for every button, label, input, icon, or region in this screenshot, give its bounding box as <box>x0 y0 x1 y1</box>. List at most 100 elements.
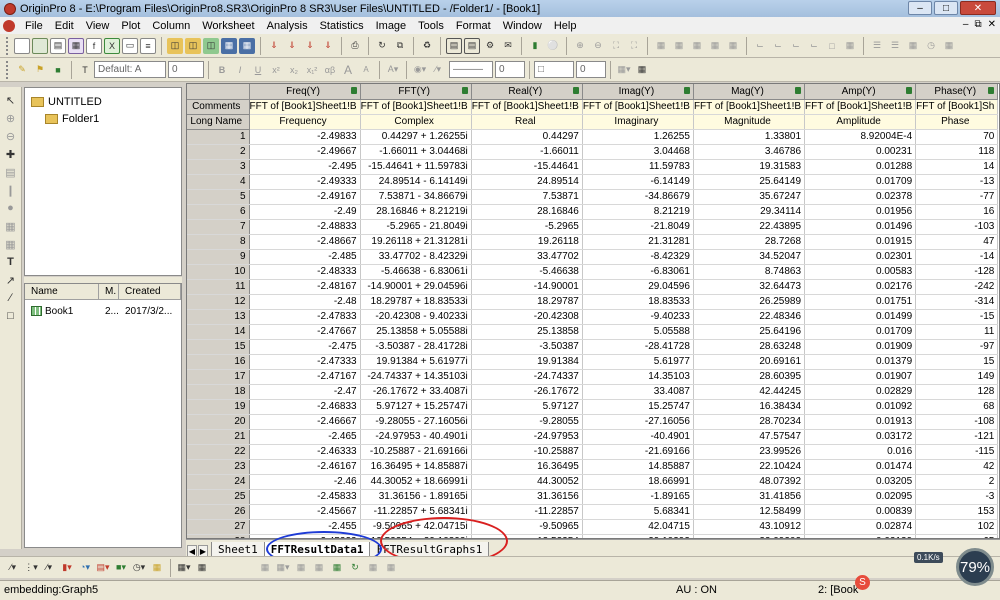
data-cell[interactable]: -20.42308 - 9.40233i <box>360 309 472 325</box>
data-cell[interactable]: 14.85887 <box>582 459 694 475</box>
template-icon[interactable]: ▦▾ <box>176 560 192 576</box>
font-color-icon[interactable]: A▾ <box>385 62 401 78</box>
font-select[interactable]: Default: A <box>94 61 166 78</box>
data-cell[interactable]: 0.01499 <box>804 309 917 325</box>
data-cell[interactable]: -97 <box>915 339 999 355</box>
data-cell[interactable]: 102 <box>915 519 999 535</box>
fill-area-icon[interactable]: ▦ <box>293 560 309 576</box>
color-map-icon[interactable]: ▦ <box>257 560 273 576</box>
long-name-cell[interactable]: Frequency <box>249 114 361 130</box>
row-number[interactable]: 21 <box>187 429 250 445</box>
align-icon[interactable]: ☰ <box>869 38 885 54</box>
menu-analysis[interactable]: Analysis <box>261 20 314 32</box>
data-cell[interactable]: 28.70234 <box>693 414 806 430</box>
data-cell[interactable]: 5.05588 <box>582 324 694 340</box>
menu-column[interactable]: Column <box>146 20 196 32</box>
data-cell[interactable]: -21.69166 <box>582 444 694 460</box>
data-cell[interactable]: 32.64473 <box>693 279 806 295</box>
data-cell[interactable]: 153 <box>915 504 999 520</box>
data-cell[interactable]: 5.97127 + 15.25747i <box>360 399 472 415</box>
rescale-icon[interactable]: ⛶ <box>626 38 642 54</box>
data-cell[interactable]: 28.16846 <box>471 204 583 220</box>
data-cell[interactable]: 22.48346 <box>693 309 806 325</box>
comments-row-label[interactable]: Comments <box>187 99 250 115</box>
data-cell[interactable]: 0.00583 <box>804 264 917 280</box>
data-cell[interactable]: -121 <box>915 429 999 445</box>
data-cell[interactable]: 0.00231 <box>804 144 917 160</box>
data-cell[interactable]: -2.475 <box>249 339 361 355</box>
row-number[interactable]: 9 <box>187 249 250 265</box>
data-cell[interactable]: -13 <box>915 174 999 190</box>
data-cell[interactable]: 0.03172 <box>804 429 917 445</box>
data-cell[interactable]: -14.90001 <box>471 279 583 295</box>
data-cell[interactable]: -5.46638 <box>471 264 583 280</box>
row-number[interactable]: 15 <box>187 339 250 355</box>
data-cell[interactable]: 31.41856 <box>693 489 806 505</box>
data-cell[interactable]: -2.47333 <box>249 354 361 370</box>
data-cell[interactable]: -11.22857 <box>471 504 583 520</box>
menu-statistics[interactable]: Statistics <box>314 20 370 32</box>
row-number[interactable]: 24 <box>187 474 250 490</box>
distribute-icon[interactable]: ☰ <box>887 38 903 54</box>
row-number[interactable]: 23 <box>187 459 250 475</box>
import-single-icon[interactable]: ⇓ <box>266 38 282 54</box>
data-cell[interactable]: 19.26118 <box>471 234 583 250</box>
data-cell[interactable]: 0.01913 <box>804 414 917 430</box>
menu-worksheet[interactable]: Worksheet <box>196 20 260 32</box>
data-cell[interactable]: -28.41728 <box>582 339 694 355</box>
row-number[interactable]: 26 <box>187 504 250 520</box>
col-created-header[interactable]: Created <box>119 284 181 299</box>
stat-plot-icon[interactable]: ▤▾ <box>95 560 111 576</box>
data-cell[interactable]: 0.02301 <box>804 249 917 265</box>
mdi-minimize-button[interactable]: – <box>963 19 969 30</box>
column-header[interactable]: Real(Y) <box>471 84 583 100</box>
axis-top-icon[interactable]: ⌙ <box>806 38 822 54</box>
data-cell[interactable]: 3.46786 <box>693 144 806 160</box>
comment-cell[interactable]: FFT of [Book1]Sheet1!B <box>249 99 361 115</box>
maximize-button[interactable]: □ <box>934 1 958 15</box>
data-cell[interactable]: 31.36156 - 1.89165i <box>360 489 472 505</box>
results-log-icon[interactable]: ▤ <box>446 37 462 54</box>
draw-data-icon[interactable]: ● <box>4 201 18 215</box>
data-cell[interactable]: -314 <box>915 294 999 310</box>
comment-cell[interactable]: FFT of [Book1]Sh <box>915 99 999 115</box>
layer-merge-icon[interactable]: ▦ <box>671 38 687 54</box>
data-cell[interactable]: -2.495 <box>249 159 361 175</box>
data-cell[interactable]: 19.91384 + 5.61977i <box>360 354 472 370</box>
comment-cell[interactable]: FFT of [Book1]Sheet1!B <box>582 99 694 115</box>
data-cell[interactable]: 0.01956 <box>804 204 917 220</box>
fill-color-icon[interactable]: ◉▾ <box>412 62 428 78</box>
data-cell[interactable]: -128 <box>915 264 999 280</box>
data-cell[interactable]: -242 <box>915 279 999 295</box>
data-cell[interactable]: -14 <box>915 249 999 265</box>
duplicate-icon[interactable]: ⧉ <box>392 38 408 54</box>
subscript-button[interactable]: x₂ <box>286 62 302 78</box>
data-cell[interactable]: 5.97127 <box>471 399 583 415</box>
data-cell[interactable]: -2.45833 <box>249 489 361 505</box>
mdi-restore-button[interactable]: ⧉ <box>974 19 981 30</box>
data-cell[interactable]: -2.49667 <box>249 144 361 160</box>
data-cell[interactable]: -20.42308 <box>471 309 583 325</box>
data-cell[interactable]: 28.63248 <box>693 339 806 355</box>
data-cell[interactable]: 5.68341 <box>582 504 694 520</box>
data-cell[interactable]: 1.33801 <box>693 129 806 145</box>
data-cell[interactable]: 14.35103 <box>582 369 694 385</box>
data-cell[interactable]: 42.44245 <box>693 384 806 400</box>
open-icon[interactable]: ◫ <box>167 37 183 54</box>
contour-icon[interactable]: ▦▾ <box>275 560 291 576</box>
column-header[interactable]: Freq(Y) <box>249 84 361 100</box>
data-cell[interactable]: 24.89514 - 6.14149i <box>360 174 472 190</box>
rectangle-tool-icon[interactable]: □ <box>4 309 18 323</box>
row-number[interactable]: 8 <box>187 234 250 250</box>
data-cell[interactable]: 0.01092 <box>804 399 917 415</box>
data-cell[interactable]: -2.45667 <box>249 504 361 520</box>
data-cell[interactable]: 18.29787 + 18.83533i <box>360 294 472 310</box>
data-cell[interactable]: 0.01709 <box>804 174 917 190</box>
line-tool-icon[interactable]: ∕ <box>4 291 18 305</box>
area-plot-icon[interactable]: ■▾ <box>113 560 129 576</box>
data-cell[interactable]: -77 <box>915 189 999 205</box>
data-cell[interactable]: 7.53871 - 34.86679i <box>360 189 472 205</box>
data-cell[interactable]: 0.01496 <box>804 219 917 235</box>
layer-add-icon[interactable]: ▦ <box>689 38 705 54</box>
clock-icon[interactable]: ◷▾ <box>131 560 147 576</box>
